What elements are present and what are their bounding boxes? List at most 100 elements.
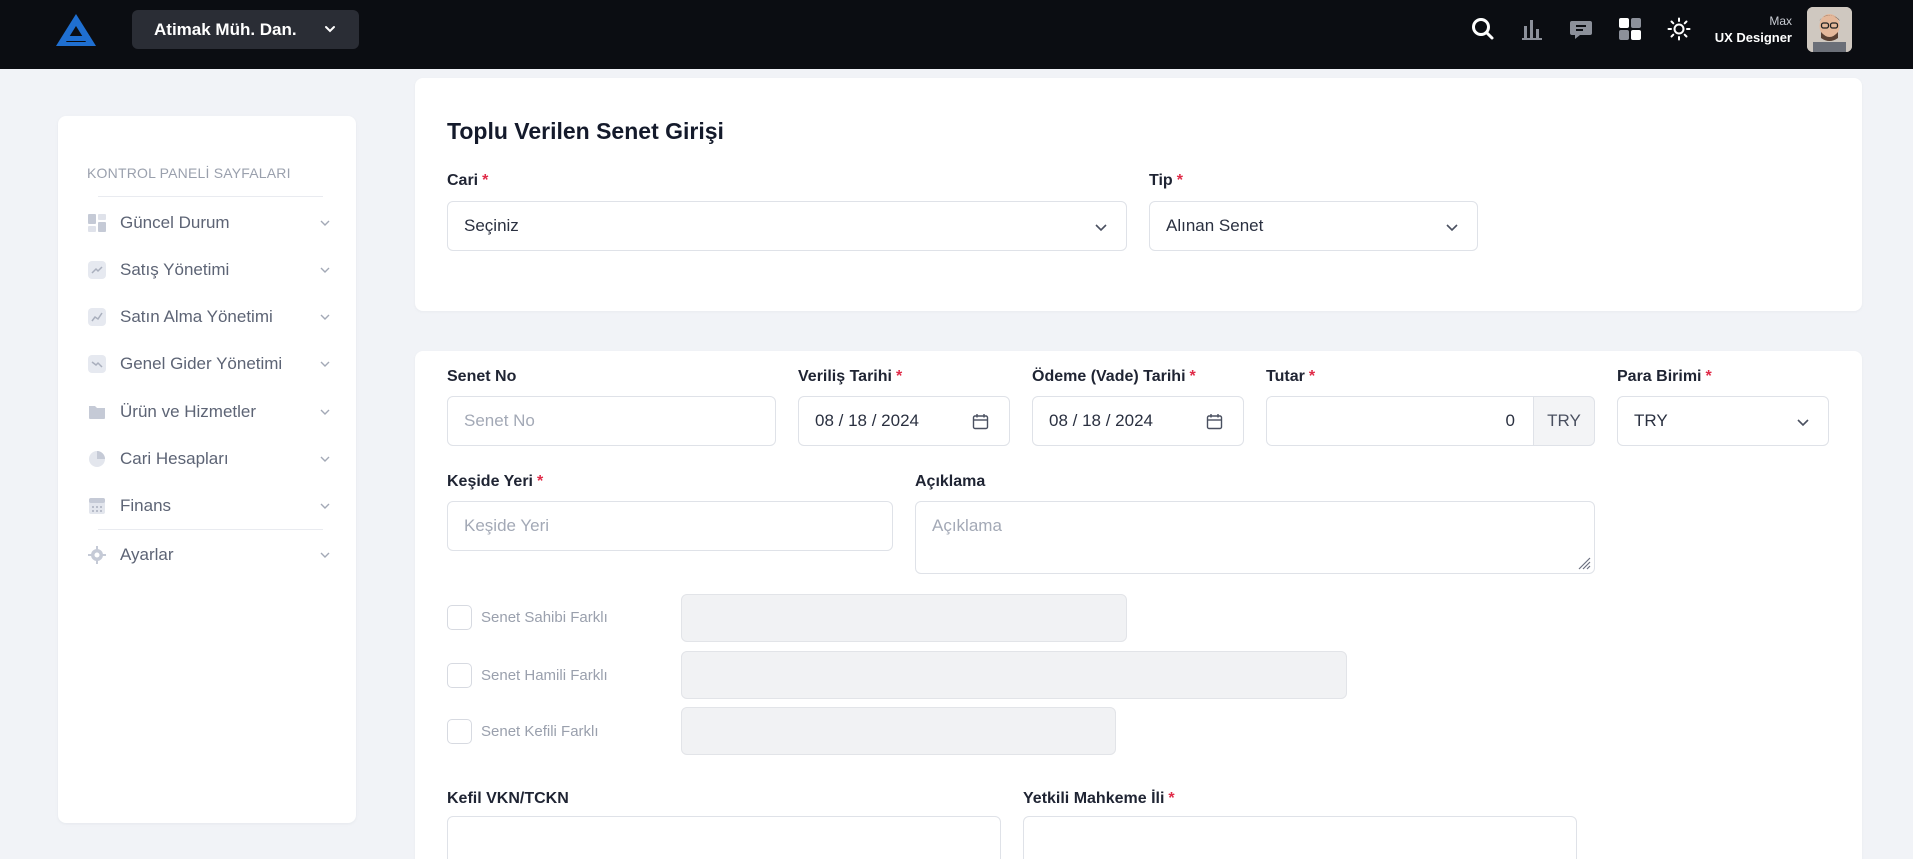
search-icon[interactable]: [1470, 16, 1496, 42]
page-title: Toplu Verilen Senet Girişi: [447, 118, 724, 144]
senet-kefili-farkli-row: Senet Kefili Farklı: [447, 719, 599, 744]
cari-label-text: Cari: [447, 172, 479, 189]
chevron-down-icon: [1797, 419, 1809, 427]
keside-yeri-input[interactable]: Keşide Yeri: [447, 501, 893, 551]
required-mark: *: [1189, 368, 1196, 385]
tip-select[interactable]: Alınan Senet: [1149, 201, 1478, 251]
sidebar-item-label: Ayarlar: [120, 545, 174, 564]
sidebar-divider: [98, 529, 323, 530]
tutar-label: Tutar *: [1266, 368, 1315, 386]
sidebar-item-satin-alma-yonetimi[interactable]: Satın Alma Yönetimi: [87, 303, 331, 331]
calculator-icon: [87, 496, 107, 516]
verilis-tarihi-input[interactable]: 08 / 18 / 2024: [798, 396, 1010, 446]
chevron-down-icon: [320, 409, 330, 415]
company-logo[interactable]: [54, 12, 98, 48]
cari-select-value: Seçiniz: [464, 216, 519, 235]
tutar-input[interactable]: 0: [1266, 396, 1534, 446]
chevron-down-icon: [320, 552, 330, 558]
tutar-currency-addon: TRY: [1533, 396, 1595, 446]
para-birimi-label-text: Para Birimi: [1617, 368, 1702, 385]
senet-sahibi-input: [681, 594, 1127, 642]
tip-label: Tip *: [1149, 172, 1183, 190]
resize-handle-icon[interactable]: [1577, 556, 1591, 570]
cari-label: Cari *: [447, 172, 488, 190]
senet-no-label: Senet No: [447, 368, 517, 385]
dashboard-icon: [87, 213, 107, 233]
kefil-vkn-input[interactable]: [447, 816, 1001, 859]
folder-icon: [87, 402, 107, 422]
para-birimi-select[interactable]: TRY: [1617, 396, 1829, 446]
expense-chart-icon: [87, 354, 107, 374]
user-role: UX Designer: [1714, 30, 1792, 45]
senet-hamili-farkli-label: Senet Hamili Farklı: [481, 667, 608, 684]
required-mark: *: [1168, 790, 1175, 807]
user-name: Max: [1769, 14, 1792, 28]
sidebar-item-label: Satın Alma Yönetimi: [120, 307, 273, 326]
sidebar-item-satis-yonetimi[interactable]: Satış Yönetimi: [87, 256, 331, 284]
odeme-tarihi-input[interactable]: 08 / 18 / 2024: [1032, 396, 1244, 446]
sidebar-item-label: Ürün ve Hizmetler: [120, 402, 257, 421]
aciklama-textarea[interactable]: Açıklama: [915, 501, 1595, 574]
theme-sun-icon[interactable]: [1666, 16, 1692, 42]
senet-sahibi-farkli-label: Senet Sahibi Farklı: [481, 609, 608, 626]
senet-hamili-input: [681, 651, 1347, 699]
form-header-card: [415, 78, 1862, 311]
senet-kefili-farkli-checkbox[interactable]: [447, 719, 472, 744]
keside-yeri-label-text: Keşide Yeri: [447, 473, 533, 490]
sidebar-item-label: Genel Gider Yönetimi: [120, 354, 283, 373]
sidebar-item-ayarlar[interactable]: Ayarlar: [87, 541, 331, 569]
odeme-tarihi-value: 08 / 18 / 2024: [1049, 411, 1153, 430]
sidebar-item-urun-ve-hizmetler[interactable]: Ürün ve Hizmetler: [87, 398, 331, 426]
required-mark: *: [1705, 368, 1712, 385]
sales-chart-icon: [87, 260, 107, 280]
required-mark: *: [895, 368, 903, 385]
bar-chart-icon[interactable]: [1519, 16, 1545, 42]
chevron-down-icon: [1446, 224, 1458, 232]
senet-hamili-farkli-checkbox[interactable]: [447, 663, 472, 688]
required-mark: *: [482, 172, 489, 189]
chevron-down-icon: [1095, 224, 1107, 232]
chevron-down-icon: [320, 267, 330, 273]
tip-label-text: Tip: [1149, 172, 1173, 189]
avatar[interactable]: [1807, 7, 1852, 52]
para-birimi-value: TRY: [1634, 411, 1668, 430]
senet-sahibi-farkli-checkbox[interactable]: [447, 605, 472, 630]
senet-sahibi-farkli-row: Senet Sahibi Farklı: [447, 605, 608, 630]
sidebar-item-label: Satış Yönetimi: [120, 260, 230, 279]
odeme-tarihi-label: Ödeme (Vade) Tarihi *: [1032, 368, 1196, 386]
chat-icon[interactable]: [1568, 16, 1594, 42]
para-birimi-label: Para Birimi *: [1617, 368, 1712, 386]
sidebar-item-genel-gider-yonetimi[interactable]: Genel Gider Yönetimi: [87, 350, 331, 378]
sidebar-item-label: Cari Hesapları: [120, 449, 229, 468]
keside-yeri-placeholder: Keşide Yeri: [464, 516, 550, 535]
kefil-vkn-label: Kefil VKN/TCKN: [447, 790, 569, 807]
yetkili-mahkeme-select[interactable]: [1023, 816, 1577, 859]
calendar-icon[interactable]: [972, 413, 989, 430]
aciklama-label: Açıklama: [915, 473, 986, 490]
cari-select[interactable]: Seçiniz: [447, 201, 1127, 251]
senet-hamili-farkli-row: Senet Hamili Farklı: [447, 663, 608, 688]
top-navbar: Atimak Müh. Dan. Max UX Designer: [0, 0, 1913, 69]
tip-select-value: Alınan Senet: [1166, 216, 1264, 235]
verilis-tarihi-label: Veriliş Tarihi *: [798, 368, 902, 386]
tutar-value: 0: [1505, 411, 1515, 430]
calendar-icon[interactable]: [1206, 413, 1223, 430]
verilis-tarihi-value: 08 / 18 / 2024: [815, 411, 919, 430]
gear-icon: [87, 545, 107, 565]
aciklama-placeholder: Açıklama: [932, 516, 1002, 535]
sidebar-item-cari-hesaplari[interactable]: Cari Hesapları: [87, 445, 331, 473]
sidebar-title: KONTROL PANELİ SAYFALARI: [87, 165, 291, 181]
sidebar-item-finans[interactable]: Finans: [87, 492, 331, 520]
apps-grid-icon[interactable]: [1617, 16, 1643, 42]
sidebar-item-guncel-durum[interactable]: Güncel Durum: [87, 209, 331, 237]
tutar-label-text: Tutar: [1266, 368, 1305, 385]
sidebar-divider: [98, 196, 323, 197]
company-selector[interactable]: Atimak Müh. Dan.: [132, 10, 359, 49]
chevron-down-icon: [320, 503, 330, 509]
purchase-chart-icon: [87, 307, 107, 327]
company-name: Atimak Müh. Dan.: [154, 19, 297, 39]
yetkili-mahkeme-label-text: Yetkili Mahkeme İli: [1023, 790, 1165, 807]
sidebar: KONTROL PANELİ SAYFALARI Güncel Durum Sa…: [58, 116, 356, 823]
odeme-tarihi-label-text: Ödeme (Vade) Tarihi: [1032, 368, 1186, 385]
senet-no-input[interactable]: Senet No: [447, 396, 776, 446]
